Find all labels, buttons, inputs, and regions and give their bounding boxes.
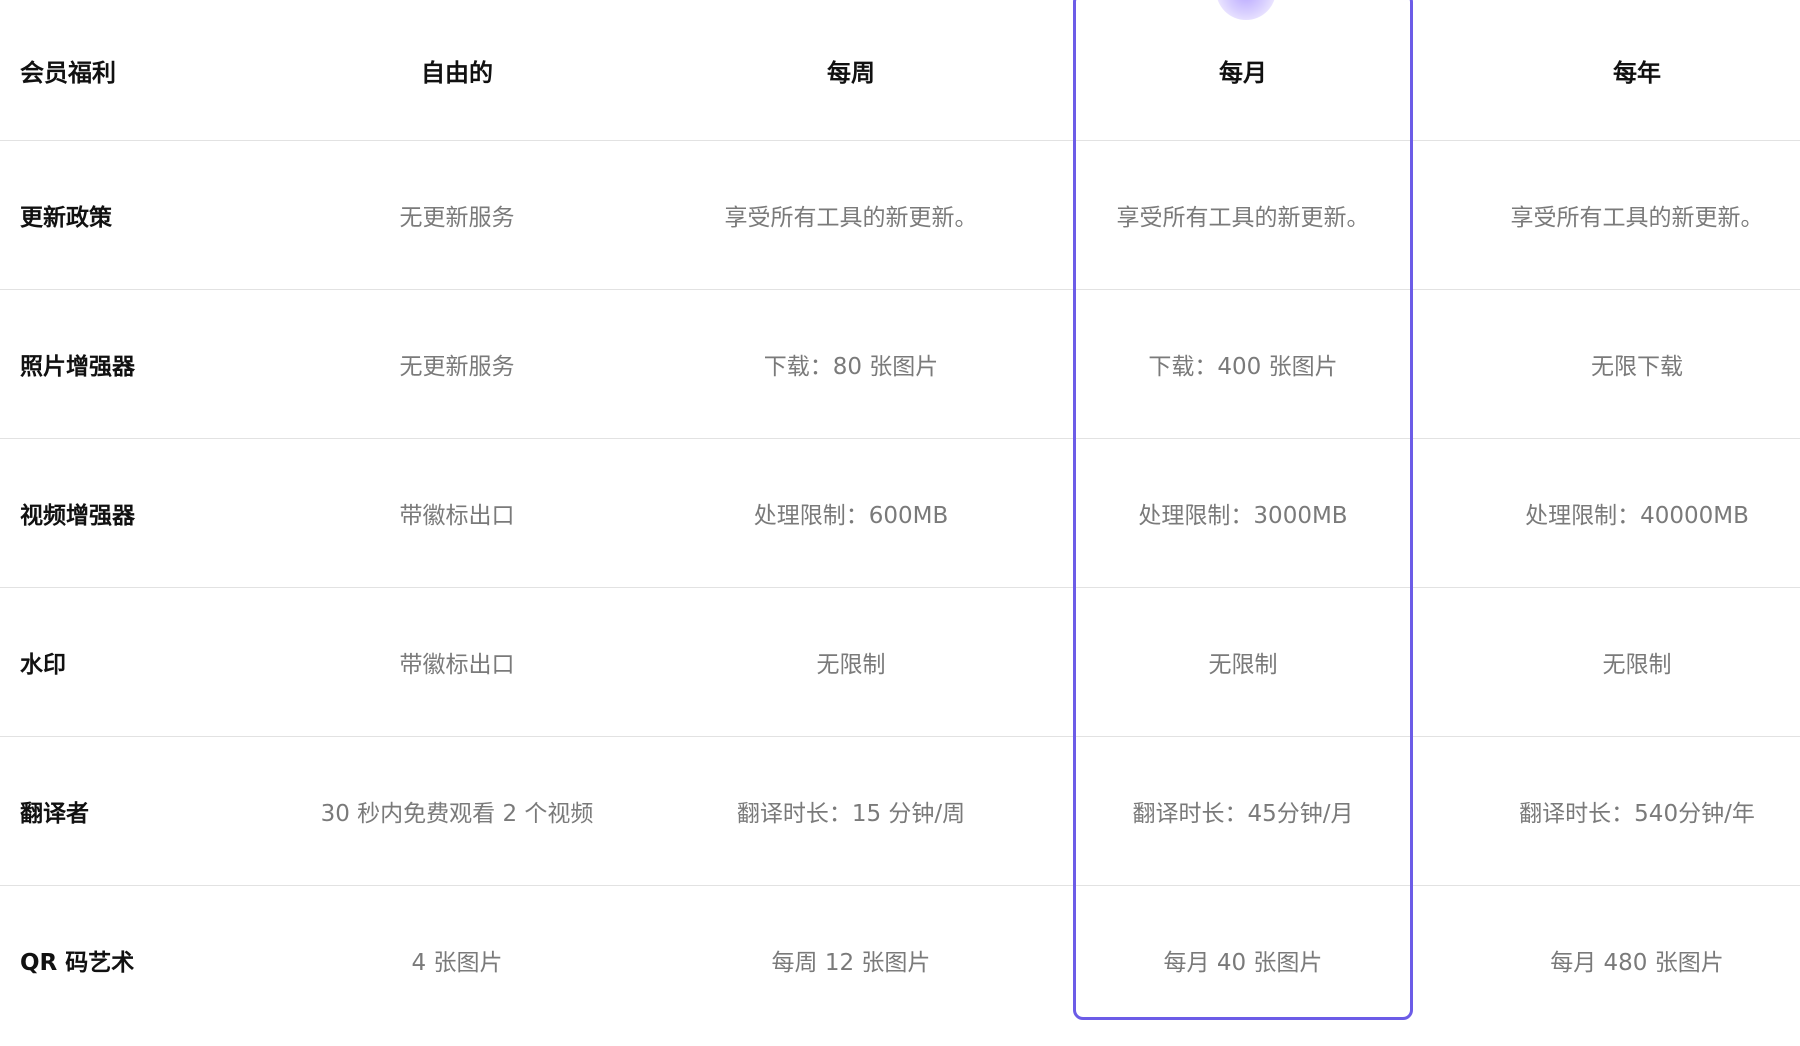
cell-monthly: 每月 40 张图片 xyxy=(1163,950,1323,976)
plan-comparison-table: 会员福利 自由的 每周 每月 每年 更新政策 无更新服务 享受所有工具的新更新。… xyxy=(0,0,1800,1034)
cell-weekly: 每周 12 张图片 xyxy=(771,950,931,976)
cell-weekly: 处理限制：600MB xyxy=(753,503,949,529)
row-label: 水印 xyxy=(20,652,66,678)
table-row: 视频增强器 带徽标出口 处理限制：600MB 处理限制：3000MB 处理限制：… xyxy=(0,439,1800,588)
cell-monthly: 处理限制：3000MB xyxy=(1138,503,1348,529)
cell-yearly: 处理限制：40000MB xyxy=(1525,503,1749,529)
cell-yearly: 享受所有工具的新更新。 xyxy=(1510,205,1764,231)
cell-yearly: 无限制 xyxy=(1602,652,1672,678)
plan-header-monthly: 每月 xyxy=(1219,58,1267,87)
plan-header-weekly: 每周 xyxy=(827,58,875,87)
cell-yearly: 翻译时长：540分钟/年 xyxy=(1519,801,1755,827)
cell-free: 无更新服务 xyxy=(399,354,515,380)
cell-free: 带徽标出口 xyxy=(399,652,515,678)
cell-free: 30 秒内免费观看 2 个视频 xyxy=(320,801,594,827)
cell-yearly: 每月 480 张图片 xyxy=(1550,950,1724,976)
benefits-column-header: 会员福利 xyxy=(20,58,116,87)
cell-weekly: 享受所有工具的新更新。 xyxy=(724,205,978,231)
row-label: 翻译者 xyxy=(20,801,89,827)
row-label: 视频增强器 xyxy=(20,503,135,529)
cell-free: 4 张图片 xyxy=(411,950,503,976)
table-row: 照片增强器 无更新服务 下载：80 张图片 下载：400 张图片 无限下载 xyxy=(0,290,1800,439)
table-row: 更新政策 无更新服务 享受所有工具的新更新。 享受所有工具的新更新。 享受所有工… xyxy=(0,141,1800,290)
plan-header-free: 自由的 xyxy=(421,58,493,87)
cell-monthly: 无限制 xyxy=(1208,652,1278,678)
cell-weekly: 下载：80 张图片 xyxy=(763,354,939,380)
row-label: 照片增强器 xyxy=(20,354,135,380)
table-row: QR 码艺术 4 张图片 每周 12 张图片 每月 40 张图片 每月 480 … xyxy=(0,886,1800,1034)
plan-header-yearly: 每年 xyxy=(1613,58,1661,87)
cell-weekly: 翻译时长：15 分钟/周 xyxy=(736,801,966,827)
row-label: 更新政策 xyxy=(20,205,112,231)
cell-weekly: 无限制 xyxy=(816,652,886,678)
cell-free: 无更新服务 xyxy=(399,205,515,231)
row-label: QR 码艺术 xyxy=(20,950,135,976)
cell-monthly: 享受所有工具的新更新。 xyxy=(1116,205,1370,231)
cell-free: 带徽标出口 xyxy=(399,503,515,529)
table-row: 水印 带徽标出口 无限制 无限制 无限制 xyxy=(0,588,1800,737)
cell-yearly: 无限下载 xyxy=(1591,354,1683,380)
table-header-row: 会员福利 自由的 每周 每月 每年 xyxy=(0,0,1800,141)
table-row: 翻译者 30 秒内免费观看 2 个视频 翻译时长：15 分钟/周 翻译时长：45… xyxy=(0,737,1800,886)
cell-monthly: 下载：400 张图片 xyxy=(1148,354,1338,380)
cell-monthly: 翻译时长：45分钟/月 xyxy=(1132,801,1354,827)
